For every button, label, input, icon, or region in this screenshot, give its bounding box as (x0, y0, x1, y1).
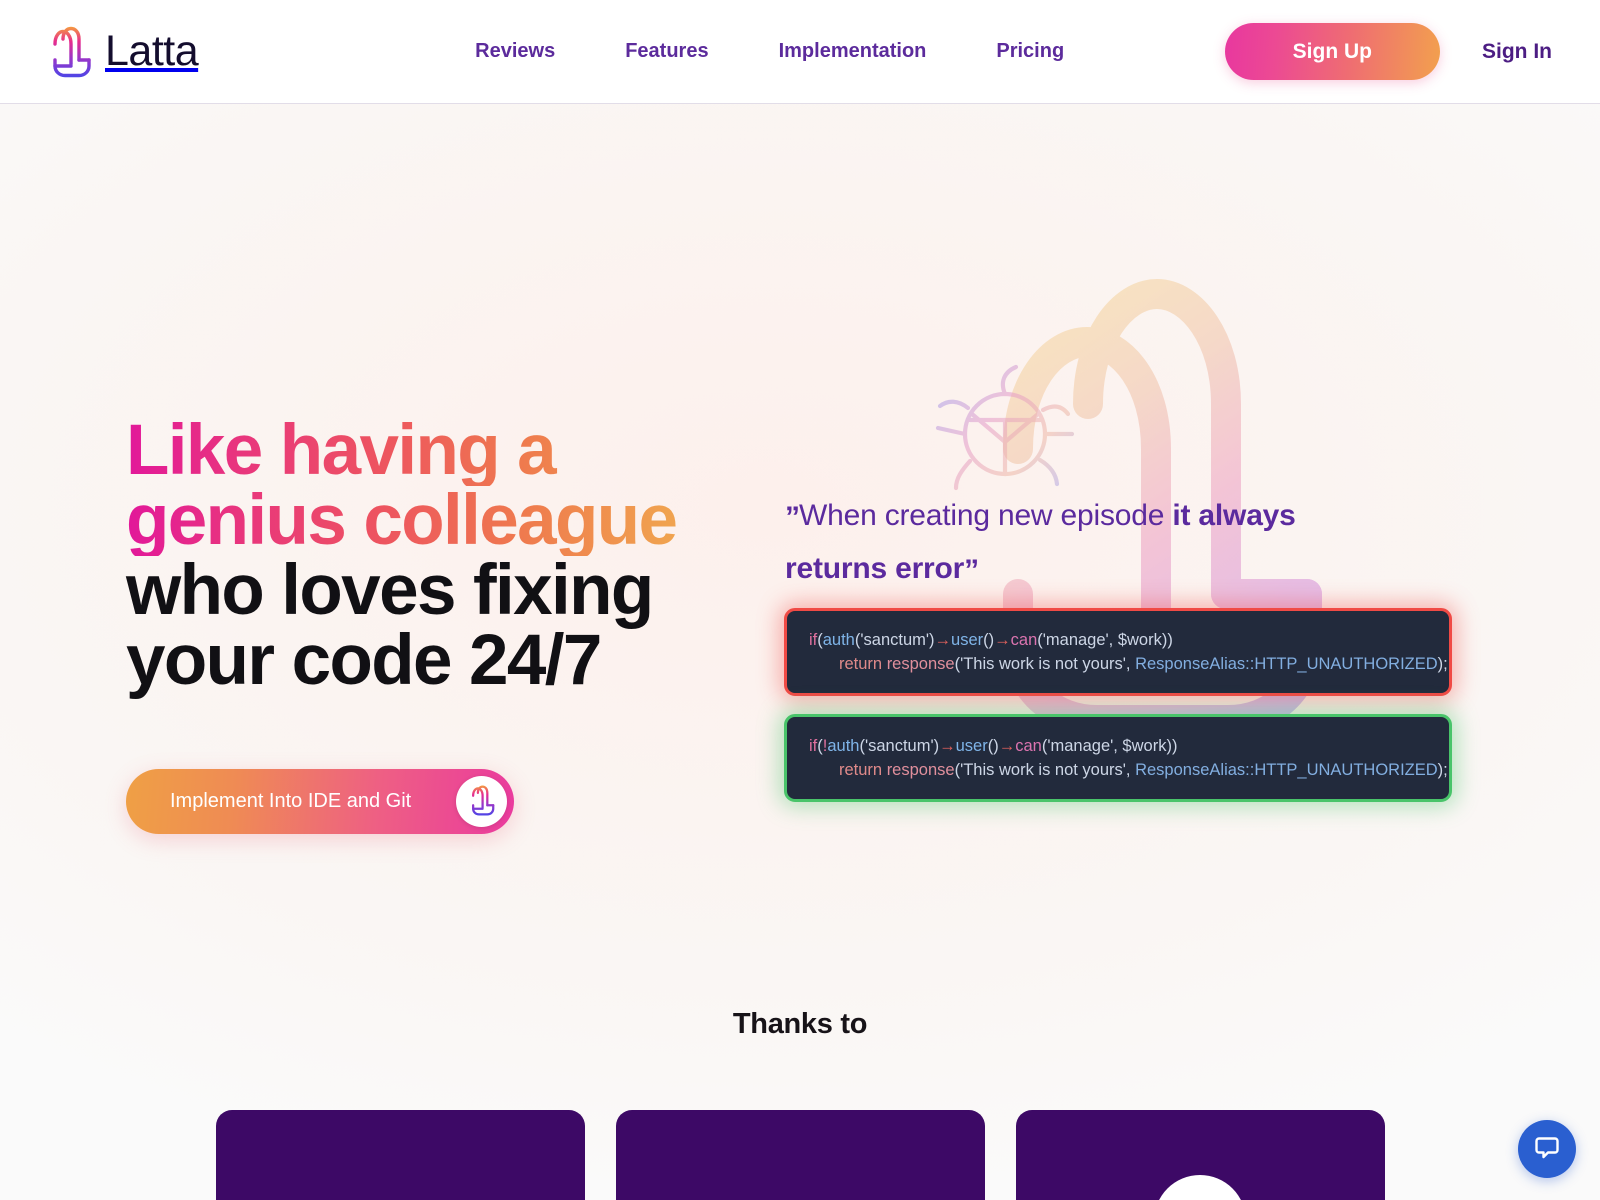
code-token-return: return (839, 761, 887, 779)
code-token-response: response (886, 761, 955, 779)
code-line-2: return response('This work is not yours'… (809, 758, 1449, 782)
hero-section: Like having a genius colleague who loves… (0, 104, 1600, 1004)
code-token-can: can (1015, 737, 1042, 755)
quote-text-normal: When creating new episode (799, 499, 1173, 532)
sign-up-button[interactable]: Sign Up (1224, 23, 1440, 80)
bug-outline-icon (930, 362, 1080, 497)
code-token-class-ref: ResponseAlias::HTTP_UNAUTHORIZED (1135, 761, 1438, 779)
code-token-args: ('manage', $work)) (1041, 737, 1178, 755)
chat-widget-button[interactable] (1518, 1120, 1576, 1178)
code-token-auth: auth (822, 631, 855, 649)
quote-open-mark: ” (785, 501, 800, 534)
code-token-args-close: ); (1437, 655, 1448, 673)
code-block-error[interactable]: if(auth('sanctum')→user()→can('manage', … (784, 608, 1452, 696)
cta-logo-badge (456, 776, 507, 827)
cta-label: Implement Into IDE and Git (170, 790, 412, 812)
code-token-sanctum: ('sanctum') (859, 737, 940, 755)
code-token-class-ref: ResponseAlias::HTTP_UNAUTHORIZED (1135, 655, 1438, 673)
sponsor-card-3[interactable] (1015, 1110, 1385, 1200)
sponsor-circle-logo-icon (1152, 1173, 1248, 1200)
sponsor-card-2[interactable] (615, 1110, 985, 1200)
code-token-args: ('manage', $work)) (1037, 631, 1173, 649)
nav-link-features[interactable]: Features (590, 40, 743, 63)
nav-link-implementation[interactable]: Implementation (744, 40, 962, 63)
code-token-arrow-1: → (939, 737, 956, 755)
code-line-1: if(!auth('sanctum')→user()→can('manage',… (809, 734, 1449, 758)
headline-line-4: your code 24/7 (126, 621, 602, 700)
code-token-user: user (955, 737, 988, 755)
thanks-to-heading: Thanks to (732, 1008, 868, 1040)
hero-headline: Like having a genius colleague who loves… (126, 415, 786, 700)
nav-link-reviews[interactable]: Reviews (440, 40, 590, 63)
code-line-2: return response('This work is not yours'… (809, 652, 1449, 676)
headline-line-3: who loves fixing (126, 551, 654, 630)
code-token-arrow-1: → (934, 631, 952, 649)
quote-close-mark: ” (964, 554, 979, 587)
code-token-can: can (1010, 631, 1038, 649)
code-token-arrow-2: → (994, 631, 1011, 649)
headline-line-2: genius colleague (126, 485, 786, 556)
latta-leaf-logo-icon (48, 26, 92, 78)
code-token-arrow-2: → (998, 737, 1016, 755)
brand-logo-link[interactable]: Latta (48, 26, 199, 78)
code-block-fixed[interactable]: if(!auth('sanctum')→user()→can('manage',… (784, 714, 1452, 802)
code-token-if: if (809, 737, 818, 755)
latta-leaf-logo-icon (469, 784, 495, 819)
sponsor-cards (0, 1110, 1600, 1200)
code-token-args-close: ); (1437, 761, 1448, 779)
code-token-message: ('This work is not yours', (954, 655, 1136, 673)
sponsor-card-1[interactable] (215, 1110, 585, 1200)
code-token-response: response (886, 655, 955, 673)
nav-link-pricing[interactable]: Pricing (961, 40, 1099, 63)
code-token-user: user (951, 631, 984, 649)
code-token-user-parens: () (983, 631, 995, 649)
code-token-auth: auth (827, 737, 860, 755)
implement-into-ide-and-git-button[interactable]: Implement Into IDE and Git (126, 769, 514, 834)
top-navigation-bar: Latta Reviews Features Implementation Pr… (0, 0, 1600, 104)
chat-bubble-icon (1533, 1133, 1561, 1166)
nav-auth-actions: Sign Up Sign In (1224, 23, 1552, 80)
brand-name: Latta (105, 27, 199, 75)
code-token-sanctum: ('sanctum') (854, 631, 935, 649)
code-token-user-parens: () (987, 737, 999, 755)
customer-quote: ”When creating new episode it always ret… (785, 489, 1395, 595)
code-token-message: ('This work is not yours', (954, 761, 1136, 779)
code-token-if: if (809, 631, 818, 649)
headline-line-1: Like having a (126, 415, 786, 486)
code-token-return: return (839, 655, 887, 673)
primary-nav-links: Reviews Features Implementation Pricing (440, 40, 1099, 63)
code-line-1: if(auth('sanctum')→user()→can('manage', … (809, 628, 1449, 652)
sign-in-link[interactable]: Sign In (1482, 40, 1552, 64)
